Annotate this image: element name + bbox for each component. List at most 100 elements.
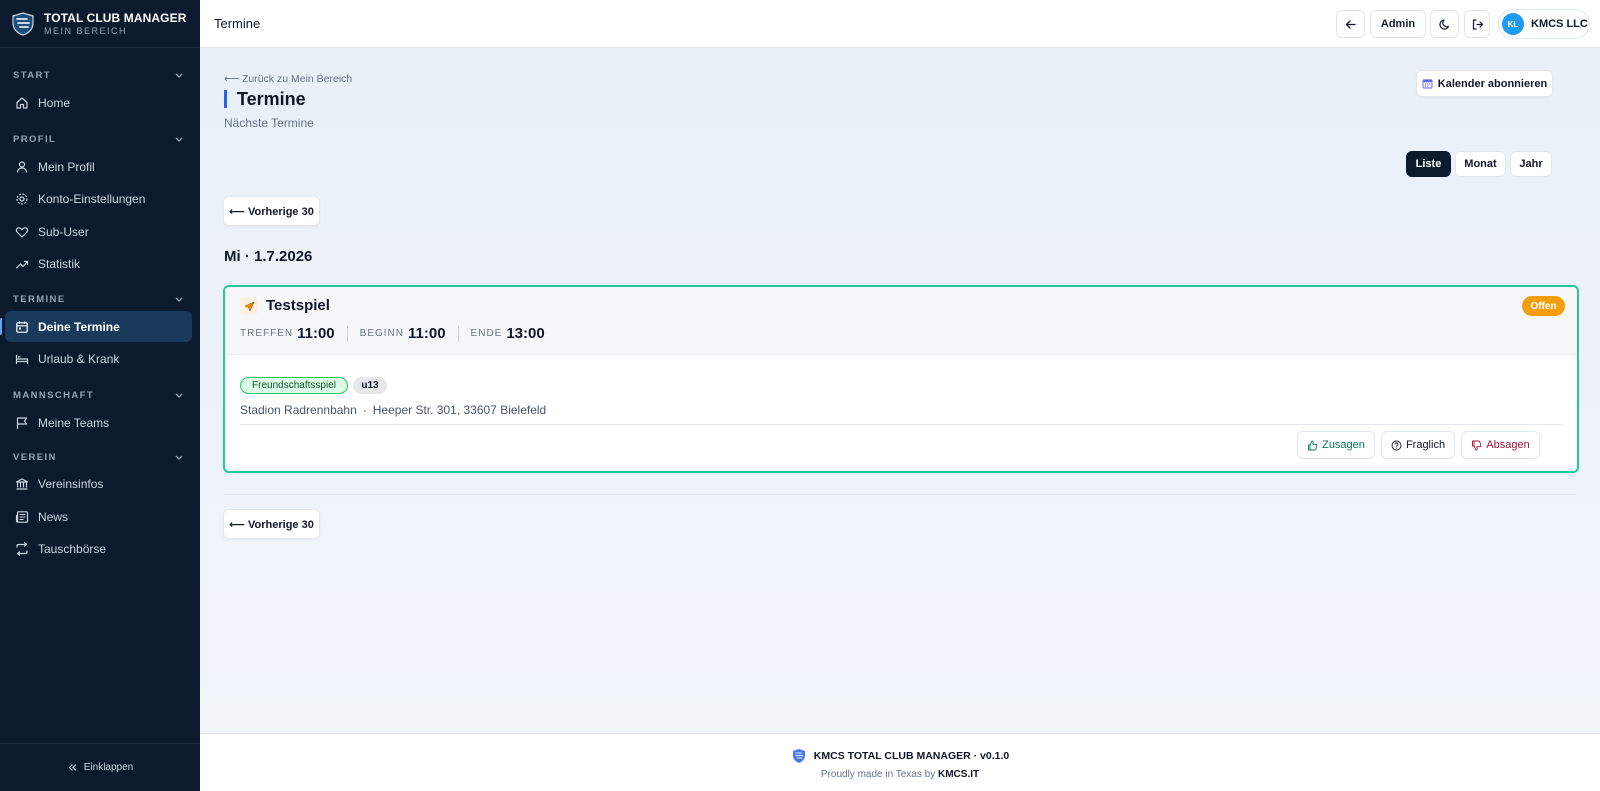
decline-button[interactable]: Absagen — [1461, 431, 1540, 459]
question-circle-icon — [1391, 440, 1402, 450]
bed-icon — [15, 354, 29, 364]
view-mode-liste[interactable]: Liste — [1406, 151, 1451, 177]
sidebar-item-home[interactable]: Home — [5, 87, 192, 118]
sidebar-item-label: Statistik — [38, 256, 81, 271]
end-time: 13:00 — [506, 325, 545, 342]
event-card-header: Testspiel Offen TREFFEN 11:00 BEGINN 11:… — [225, 287, 1577, 355]
previous-30-button-bottom[interactable]: ⟵ Vorherige 30 — [223, 509, 320, 539]
swap-icon — [16, 541, 28, 556]
collapse-sidebar-button[interactable]: Einklappen — [0, 743, 200, 791]
view-mode-label: Jahr — [1519, 158, 1543, 170]
list-divider — [224, 494, 1576, 495]
thumbs-up-icon — [1308, 440, 1318, 450]
start-time: 11:00 — [408, 325, 446, 342]
brand-text: TOTAL CLUB MANAGER MEIN BEREICH — [44, 12, 186, 36]
sidebar-item-label: Konto-Einstellungen — [38, 191, 146, 206]
view-mode-monat[interactable]: Monat — [1455, 151, 1506, 177]
admin-button[interactable]: Admin — [1370, 10, 1426, 38]
user-icon — [16, 160, 28, 173]
previous-30-label: ⟵ Vorherige 30 — [229, 518, 314, 531]
previous-30-button[interactable]: ⟵ Vorherige 30 — [223, 196, 320, 226]
section-termine[interactable]: TERMINE — [13, 292, 184, 306]
brand-title: TOTAL CLUB MANAGER — [44, 10, 187, 25]
accept-button[interactable]: Zusagen — [1297, 431, 1375, 459]
meet-time: 11:00 — [297, 325, 335, 342]
meet-time-label: TREFFEN — [240, 328, 294, 339]
footer: KMCS TOTAL CLUB MANAGER · v0.1.0 Proudly… — [200, 733, 1600, 791]
chevron-down-icon — [175, 393, 183, 398]
sidebar-item-label: Meine Teams — [38, 415, 110, 430]
section-verein[interactable]: VEREIN — [13, 450, 184, 464]
event-card[interactable]: Testspiel Offen TREFFEN 11:00 BEGINN 11:… — [223, 285, 1579, 473]
user-name: KMCS LLC — [1531, 18, 1588, 30]
maybe-button[interactable]: Fraglich — [1381, 431, 1455, 459]
view-mode-label: Monat — [1464, 158, 1497, 170]
shield-logo-icon — [12, 11, 34, 36]
subscribe-label: Kalender abonnieren — [1437, 77, 1548, 90]
footer-version: KMCS TOTAL CLUB MANAGER · v0.1.0 — [813, 750, 1010, 762]
chevron-down-icon — [175, 455, 183, 460]
view-mode-jahr[interactable]: Jahr — [1510, 151, 1552, 177]
logout-button[interactable] — [1464, 10, 1490, 38]
sidebar-item-label: Urlaub & Krank — [38, 351, 120, 366]
sidebar-item-label: News — [38, 509, 69, 524]
event-location: Stadion Radrennbahn · Heeper Str. 301, 336… — [240, 403, 546, 417]
section-label: VEREIN — [13, 451, 57, 463]
section-profil[interactable]: PROFIL — [13, 132, 184, 146]
back-to-area-link[interactable]: ⟵ Zurück zu Mein Bereich — [224, 73, 352, 85]
sidebar-item-news[interactable]: News — [5, 501, 192, 532]
moon-icon — [1439, 18, 1450, 30]
venue-name: Stadion Radrennbahn — [240, 403, 357, 417]
section-mannschaft[interactable]: MANNSCHAFT — [13, 388, 184, 402]
card-divider — [240, 424, 1562, 425]
thumbs-down-icon — [1472, 440, 1482, 450]
sidebar-item-deine-termine[interactable]: Deine Termine — [0, 311, 192, 342]
sidebar-item-label: Sub-User — [38, 224, 89, 239]
event-times: TREFFEN 11:00 BEGINN 11:00 ENDE 13:00 — [240, 325, 545, 342]
footer-brand: KMCS TOTAL CLUB MANAGER · v0.1.0 — [200, 748, 1600, 764]
plane-icon — [244, 301, 254, 311]
sidebar-item-sub-user[interactable]: Sub-User — [5, 216, 192, 247]
collapse-label: Einklappen — [83, 762, 134, 773]
start-time-label: BEGINN — [359, 328, 404, 339]
sidebar-item-tauschboerse[interactable]: Tauschbörse — [5, 533, 192, 564]
theme-toggle-button[interactable] — [1430, 10, 1459, 38]
date-heading: Mi · 1.7.2026 — [224, 248, 313, 265]
sidebar-item-statistik[interactable]: Statistik — [5, 248, 192, 279]
admin-label: Admin — [1380, 18, 1416, 30]
sidebar-item-meine-teams[interactable]: Meine Teams — [5, 407, 192, 438]
location-separator: · — [362, 403, 367, 417]
newspaper-icon — [15, 510, 29, 523]
flag-icon — [16, 416, 28, 429]
main-content: ⟵ Zurück zu Mein Bereich Termine Nächste… — [200, 48, 1600, 733]
back-button[interactable] — [1336, 10, 1365, 38]
sidebar-item-vereinsinfos[interactable]: Vereinsinfos — [5, 468, 192, 499]
bank-icon — [15, 477, 29, 490]
brand-subtitle: MEIN BEREICH — [44, 25, 128, 36]
chevron-down-icon — [175, 73, 183, 78]
user-menu[interactable]: KL KMCS LLC — [1498, 9, 1590, 39]
topbar-title: Termine — [214, 16, 261, 31]
section-label: PROFIL — [13, 133, 57, 145]
chevron-down-icon — [175, 297, 183, 302]
section-label: START — [13, 69, 51, 81]
calendar-icon — [16, 321, 28, 333]
team-tag: u13 — [353, 377, 387, 394]
sidebar-item-label: Tauschbörse — [38, 541, 107, 556]
calendar-icon — [1422, 79, 1433, 89]
subscribe-calendar-button[interactable]: Kalender abonnieren — [1416, 70, 1553, 97]
page-subtitle: Nächste Termine — [224, 116, 314, 130]
avatar: KL — [1502, 13, 1524, 35]
venue-address: Heeper Str. 301, 33607 Bielefeld — [372, 403, 547, 417]
topbar: Termine Admin KL KMCS LLC — [200, 0, 1600, 48]
sidebar-item-mein-profil[interactable]: Mein Profil — [5, 151, 192, 182]
footer-credit-link[interactable]: KMCS.IT — [938, 769, 979, 780]
section-start[interactable]: START — [13, 68, 184, 82]
gear-icon — [16, 192, 28, 205]
sidebar-item-urlaub-krank[interactable]: Urlaub & Krank — [5, 343, 192, 374]
maybe-label: Fraglich — [1405, 439, 1446, 451]
chevron-down-icon — [175, 137, 183, 142]
brand[interactable]: TOTAL CLUB MANAGER MEIN BEREICH — [0, 0, 200, 48]
chevrons-left-icon — [68, 764, 77, 771]
sidebar-item-konto-einstellungen[interactable]: Konto-Einstellungen — [5, 183, 192, 214]
